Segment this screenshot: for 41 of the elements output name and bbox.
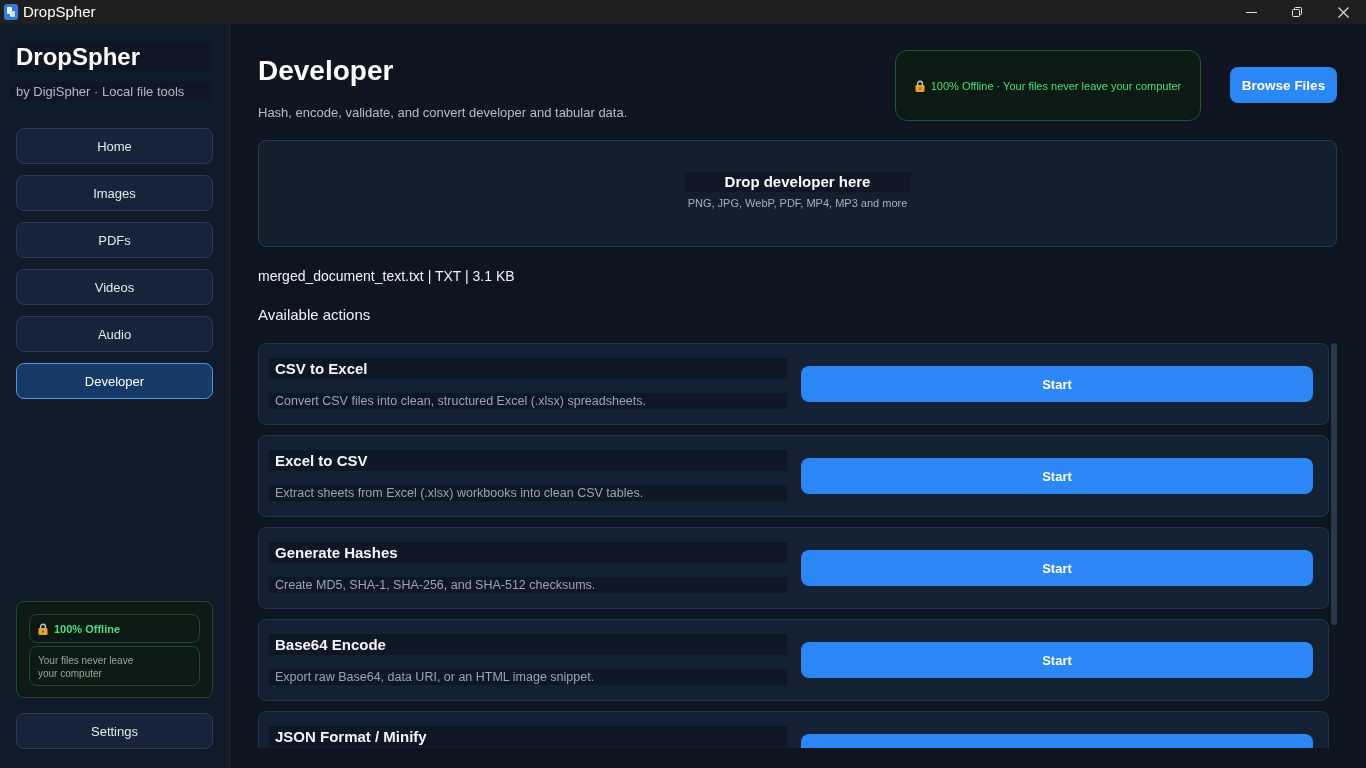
action-title: CSV to Excel: [269, 358, 787, 379]
action-title: Generate Hashes: [269, 542, 787, 563]
nav-button[interactable]: PDFs: [16, 222, 213, 258]
start-button[interactable]: Start: [801, 642, 1313, 678]
action-description: Convert CSV files into clean, structured Excel (.xlsx) spreadsheets.: [269, 393, 787, 409]
page-title: Developer: [258, 54, 395, 88]
drop-zone-formats: PNG, JPG, WebP, PDF, MP4, MP3 and more: [687, 195, 908, 210]
nav-button[interactable]: Home: [16, 128, 213, 164]
lock-icon: [38, 622, 48, 635]
offline-note: Your files never leave your computer: [38, 654, 135, 680]
nav-button[interactable]: Developer: [16, 363, 213, 399]
action-description: Export raw Base64, data URI, or an HTML image snippet.: [269, 669, 787, 685]
start-button[interactable]: Start: [801, 366, 1313, 402]
scrollbar-thumb[interactable]: [1331, 343, 1337, 625]
action-title: Excel to CSV: [269, 450, 787, 471]
minimize-icon: [1245, 11, 1257, 13]
app-icon: [4, 4, 18, 20]
settings-button[interactable]: Settings: [16, 713, 213, 749]
action-description: Create MD5, SHA-1, SHA-256, and SHA-512 checksums.: [269, 577, 787, 593]
browse-files-button[interactable]: Browse Files: [1230, 67, 1337, 103]
start-button[interactable]: Start: [801, 550, 1313, 586]
drop-zone-title: Drop developer here: [684, 171, 911, 192]
start-button[interactable]: Start: [801, 458, 1313, 494]
app-tagline: by DigiSpher · Local file tools: [10, 82, 212, 101]
window-title: DropSpher: [23, 2, 96, 22]
close-icon: [1337, 6, 1349, 18]
actions-heading: Available actions: [258, 305, 371, 325]
offline-label: 100% Offline: [54, 622, 121, 635]
action-description: Extract sheets from Excel (.xlsx) workbooks into clean CSV tables.: [269, 485, 787, 501]
lock-icon: [914, 79, 925, 92]
app-brand: DropSpher: [10, 42, 212, 72]
action-title: JSON Format / Minify: [269, 726, 787, 747]
file-info: merged_document_text.txt | TXT | 3.1 KB: [258, 267, 515, 285]
offline-banner-text: 100% Offline · Your files never leave your computer: [930, 79, 1182, 92]
drop-zone[interactable]: Drop developer here PNG, JPG, WebP, PDF, MP4, MP3 and more: [258, 140, 1337, 247]
nav-button[interactable]: Images: [16, 175, 213, 211]
nav-button[interactable]: Videos: [16, 269, 213, 305]
restore-icon: [1292, 7, 1302, 17]
page-subtitle: Hash, encode, validate, and convert developer and tabular data.: [258, 105, 629, 121]
action-title: Base64 Encode: [269, 634, 787, 655]
nav-button[interactable]: Audio: [16, 316, 213, 352]
